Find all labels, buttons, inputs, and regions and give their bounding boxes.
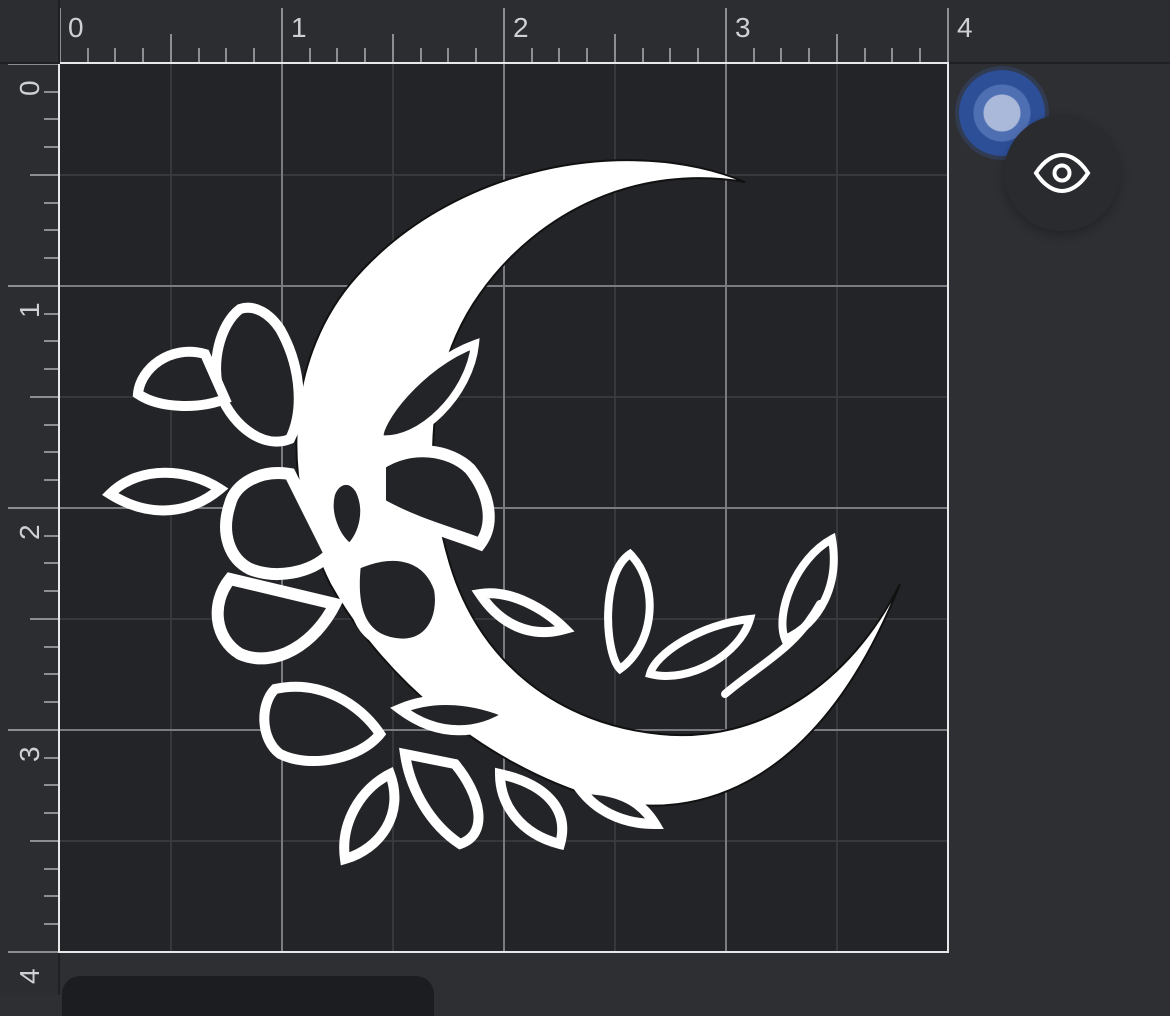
ruler-horizontal: 0 1 2 3 4 bbox=[0, 0, 1170, 64]
ruler-h-label-1: 1 bbox=[291, 12, 307, 43]
ruler-v-label-2: 2 bbox=[14, 524, 45, 540]
flower-petal-shape[interactable] bbox=[347, 549, 447, 651]
leaf-shape[interactable] bbox=[399, 747, 484, 850]
petal-shape[interactable] bbox=[132, 346, 232, 411]
ruler-v-label-1: 1 bbox=[14, 302, 45, 318]
ruler-v-label-0: 0 bbox=[14, 80, 45, 96]
ruler-horizontal-ticks bbox=[59, 8, 949, 62]
leaf-shape[interactable] bbox=[471, 588, 575, 638]
leaf-shape[interactable] bbox=[494, 767, 568, 851]
tulip-bud-shape[interactable] bbox=[211, 302, 304, 447]
ruler-h-label-4: 4 bbox=[957, 12, 973, 43]
leaf-shape[interactable] bbox=[604, 548, 654, 675]
leaf-shape[interactable] bbox=[645, 614, 756, 680]
leaf-shape[interactable] bbox=[339, 767, 400, 866]
moon-floral-design[interactable] bbox=[60, 64, 947, 951]
ruler-h-label-2: 2 bbox=[513, 12, 529, 43]
leaf-shape[interactable] bbox=[102, 467, 229, 516]
flower-petal-shape[interactable] bbox=[211, 572, 344, 665]
ruler-corner bbox=[0, 0, 60, 64]
ruler-vertical-ticks bbox=[8, 63, 58, 953]
flower-center-shape[interactable] bbox=[323, 475, 371, 556]
ruler-vertical: 0 1 2 3 4 bbox=[0, 0, 60, 995]
eye-icon bbox=[1033, 153, 1091, 193]
cutting-mat-canvas[interactable] bbox=[58, 62, 949, 953]
ruler-h-label-3: 3 bbox=[735, 12, 751, 43]
ruler-h-label-0: 0 bbox=[68, 12, 84, 43]
tulip-shape[interactable] bbox=[259, 681, 387, 766]
ruler-v-label-4: 4 bbox=[14, 968, 45, 984]
visibility-toggle-button[interactable] bbox=[1004, 115, 1120, 231]
leaf-shape[interactable] bbox=[390, 695, 521, 736]
ruler-v-label-3: 3 bbox=[14, 746, 45, 762]
bottom-panel[interactable] bbox=[62, 976, 434, 1016]
